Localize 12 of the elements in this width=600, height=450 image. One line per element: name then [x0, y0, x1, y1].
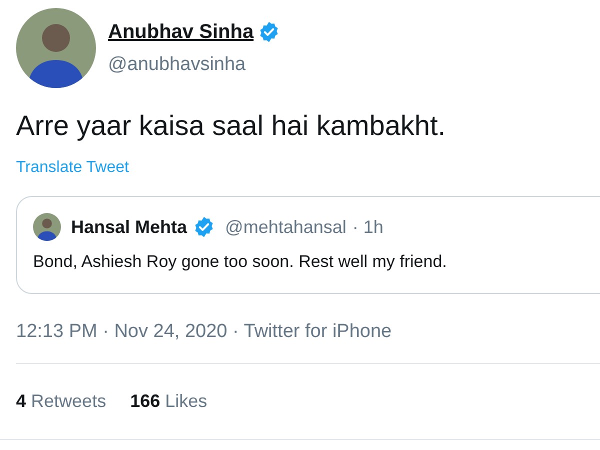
quote-time: · 1h	[352, 216, 384, 238]
quote-text: Bond, Ashiesh Roy gone too soon. Rest well my friend.	[33, 251, 448, 273]
author-handle: @anubhavsinha	[108, 52, 247, 77]
quote-author-name: Hansal Mehta	[71, 216, 188, 238]
quote-author-handle: @mehtahansal	[225, 216, 346, 238]
avatar-icon	[33, 213, 61, 241]
author-name[interactable]: Anubhav Sinha	[108, 16, 254, 47]
engagement-stat[interactable]: 4 Retweets	[16, 388, 106, 414]
quoted-tweet-card[interactable]: Hansal Mehta @mehtahansal · 1h Bond, Ashiesh Roy gone too soon. Rest well my friend.	[16, 196, 600, 294]
engagement-stat[interactable]: 166 Likes	[130, 388, 208, 414]
tweet-timestamp: 12:13 PM · Nov 24, 2020 · Twitter for iPhone	[16, 321, 392, 342]
tweet-text: Arre yaar kaisa saal hai kambakht.	[16, 109, 447, 143]
